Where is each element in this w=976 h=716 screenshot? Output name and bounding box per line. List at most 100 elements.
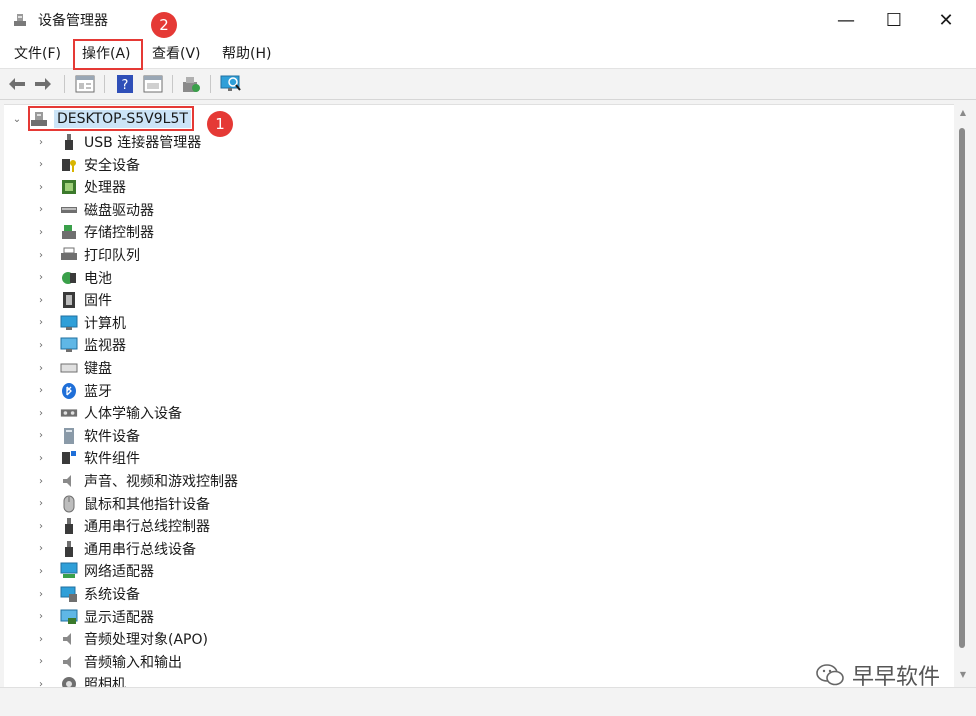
- tree-item[interactable]: › 电池: [34, 267, 112, 289]
- audio-processing-icon: [60, 630, 78, 648]
- chevron-right-icon[interactable]: ›: [34, 474, 48, 488]
- usb-device-icon: [60, 540, 78, 558]
- tree-item[interactable]: › 网络适配器: [34, 560, 154, 582]
- usb-controller-icon: [60, 517, 78, 535]
- tree-item[interactable]: › 照相机: [34, 673, 126, 687]
- chevron-right-icon[interactable]: ›: [34, 519, 48, 533]
- tree-item-label: 系统设备: [84, 587, 140, 603]
- keyboard-icon: [60, 359, 78, 377]
- properties-button[interactable]: [74, 73, 96, 95]
- tree-item[interactable]: › 系统设备: [34, 583, 140, 605]
- tree-item-label: 音频处理对象(APO): [84, 632, 208, 649]
- menu-help[interactable]: 帮助(H): [216, 43, 277, 65]
- tree-item[interactable]: › 鼠标和其他指针设备: [34, 493, 210, 515]
- tree-item[interactable]: › 通用串行总线设备: [34, 538, 196, 560]
- tree-item-label: 监视器: [84, 338, 126, 355]
- tree-item-label: 人体学输入设备: [84, 406, 182, 423]
- tree-item[interactable]: › 固件: [34, 289, 112, 311]
- chevron-right-icon[interactable]: ›: [34, 338, 48, 352]
- back-button[interactable]: [6, 73, 28, 95]
- tree-item[interactable]: › 软件设备: [34, 425, 140, 447]
- title-bar[interactable]: 设备管理器 — ☐ ✕: [0, 0, 976, 40]
- watermark: 早早软件: [816, 659, 940, 691]
- chevron-right-icon[interactable]: ›: [34, 564, 48, 578]
- sound-icon: [60, 472, 78, 490]
- toolbar-separator: [210, 75, 211, 93]
- chevron-right-icon[interactable]: ›: [34, 384, 48, 398]
- tree-item[interactable]: › 人体学输入设备: [34, 402, 182, 424]
- chevron-right-icon[interactable]: ›: [34, 271, 48, 285]
- chevron-down-icon[interactable]: ⌄: [10, 112, 24, 126]
- properties-icon: [75, 75, 95, 93]
- scan-hardware-button[interactable]: [220, 73, 242, 95]
- chevron-right-icon[interactable]: ›: [34, 225, 48, 239]
- chevron-right-icon[interactable]: ›: [34, 361, 48, 375]
- menu-file[interactable]: 文件(F): [8, 43, 67, 65]
- tree-item[interactable]: › 打印队列: [34, 244, 140, 266]
- tree-item[interactable]: › 蓝牙: [34, 380, 112, 402]
- tree-item[interactable]: › 显示适配器: [34, 606, 154, 628]
- software-device-icon: [60, 427, 78, 445]
- help-button[interactable]: ?: [114, 73, 136, 95]
- update-driver-button[interactable]: [180, 73, 202, 95]
- menu-view[interactable]: 查看(V): [146, 43, 207, 65]
- scroll-up-icon[interactable]: ▲: [957, 108, 969, 120]
- tree-item[interactable]: › 通用串行总线控制器: [34, 515, 210, 537]
- software-component-icon: [60, 449, 78, 467]
- chevron-right-icon[interactable]: ›: [34, 632, 48, 646]
- chevron-right-icon[interactable]: ›: [34, 542, 48, 556]
- status-bar: [0, 687, 976, 716]
- security-device-icon: [60, 156, 78, 174]
- chevron-right-icon[interactable]: ›: [34, 135, 48, 149]
- chevron-right-icon[interactable]: ›: [34, 158, 48, 172]
- chevron-right-icon[interactable]: ›: [34, 451, 48, 465]
- forward-button[interactable]: [32, 73, 54, 95]
- monitor-icon: [60, 336, 78, 354]
- tree-item-label: 固件: [84, 293, 112, 310]
- chevron-right-icon[interactable]: ›: [34, 587, 48, 601]
- chevron-right-icon[interactable]: ›: [34, 655, 48, 669]
- tree-item-label: 软件组件: [84, 451, 140, 468]
- chevron-right-icon[interactable]: ›: [34, 203, 48, 217]
- wechat-icon: [816, 664, 844, 686]
- maximize-button[interactable]: ☐: [868, 0, 920, 40]
- tree-item[interactable]: › 监视器: [34, 334, 126, 356]
- scroll-down-icon[interactable]: ▼: [957, 670, 969, 682]
- bluetooth-icon: [60, 382, 78, 400]
- tree-item[interactable]: › 安全设备: [34, 154, 140, 176]
- tree-item[interactable]: › 磁盘驱动器: [34, 199, 154, 221]
- chevron-right-icon[interactable]: ›: [34, 677, 48, 687]
- vertical-scrollbar[interactable]: ▲ ▼: [955, 104, 971, 686]
- mouse-icon: [60, 495, 78, 513]
- chevron-right-icon[interactable]: ›: [34, 293, 48, 307]
- tree-item[interactable]: › 键盘: [34, 357, 112, 379]
- chevron-right-icon[interactable]: ›: [34, 406, 48, 420]
- tree-item-label: 处理器: [84, 180, 126, 197]
- update-driver-icon: [183, 77, 200, 92]
- tree-item[interactable]: › 处理器: [34, 176, 126, 198]
- usb-connector-icon: [60, 133, 78, 151]
- network-adapter-icon: [60, 562, 78, 580]
- chevron-right-icon[interactable]: ›: [34, 429, 48, 443]
- tree-item[interactable]: › 存储控制器: [34, 221, 154, 243]
- tree-item[interactable]: › USB 连接器管理器: [34, 131, 201, 153]
- show-hidden-button[interactable]: [142, 73, 164, 95]
- chevron-right-icon[interactable]: ›: [34, 316, 48, 330]
- tree-item[interactable]: › 计算机: [34, 312, 126, 334]
- tree-item-label: 声音、视频和游戏控制器: [84, 474, 238, 490]
- close-button[interactable]: ✕: [920, 0, 972, 40]
- chevron-right-icon[interactable]: ›: [34, 497, 48, 511]
- tree-item[interactable]: › 声音、视频和游戏控制器: [34, 470, 238, 492]
- scrollbar-thumb[interactable]: [959, 128, 965, 648]
- display-adapter-icon: [60, 608, 78, 626]
- audio-io-icon: [60, 653, 78, 671]
- chevron-right-icon[interactable]: ›: [34, 180, 48, 194]
- device-tree[interactable]: ⌄ DESKTOP-S5V9L5T › USB 连接器管理器 › 安全设备 › 处理器 › 磁…: [4, 104, 954, 687]
- tree-item[interactable]: › 音频处理对象(APO): [34, 628, 208, 650]
- chevron-right-icon[interactable]: ›: [34, 610, 48, 624]
- tree-item[interactable]: › 音频输入和输出: [34, 651, 182, 673]
- tree-item-label: USB 连接器管理器: [84, 135, 202, 151]
- tree-item[interactable]: › 软件组件: [34, 447, 140, 469]
- chevron-right-icon[interactable]: ›: [34, 248, 48, 262]
- minimize-button[interactable]: —: [820, 0, 872, 40]
